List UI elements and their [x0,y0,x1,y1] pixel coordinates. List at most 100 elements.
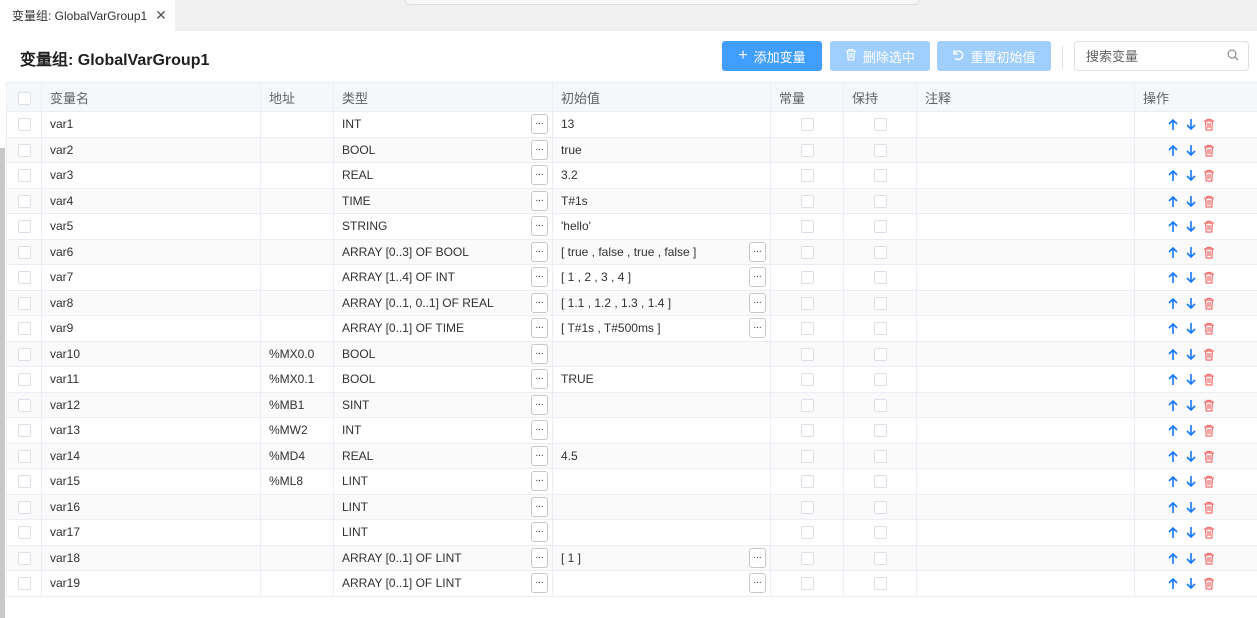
init-value-cell[interactable]: 13 [552,111,771,138]
var-name-cell[interactable]: var14 [41,442,261,469]
row-checkbox[interactable] [17,551,31,565]
init-value-cell[interactable]: 3.2 [552,162,771,189]
arrow-down-icon[interactable] [1185,577,1197,590]
retain-checkbox[interactable] [873,220,887,234]
trash-icon[interactable] [1203,271,1215,285]
retain-checkbox[interactable] [873,526,887,540]
trash-icon[interactable] [1203,144,1215,157]
constant-checkbox[interactable] [800,143,814,157]
table-row[interactable]: var15 %ML8 LINT... [6,468,1257,495]
address-cell[interactable]: %MW2 [260,417,334,444]
address-cell[interactable]: %ML8 [260,468,334,495]
trash-icon[interactable] [1203,297,1215,310]
trash-icon[interactable] [1203,399,1215,412]
type-picker-button[interactable]: ... [531,114,548,135]
address-cell[interactable]: %MX0.1 [260,366,334,393]
arrow-down-icon[interactable] [1185,348,1197,361]
init-editor-button[interactable]: ... [749,241,766,262]
table-row[interactable]: var18 ARRAY [0..1] OF LINT...[ 1 ]... [6,544,1257,571]
arrow-up-icon[interactable] [1167,501,1179,514]
constant-checkbox[interactable] [800,577,814,591]
trash-icon[interactable] [1203,195,1215,208]
comment-cell[interactable] [916,519,1135,546]
address-cell[interactable] [260,315,334,342]
type-cell[interactable]: ARRAY [1..4] OF INT... [333,264,553,291]
table-row[interactable]: var1 INT... 13 [6,111,1257,138]
row-checkbox[interactable] [17,296,31,310]
arrow-down-icon[interactable] [1185,501,1197,514]
init-value-cell[interactable] [552,493,771,520]
var-name-cell[interactable]: var3 [41,162,261,189]
type-cell[interactable]: BOOL... [333,366,553,393]
add-variable-button[interactable]: + 添加变量 [722,41,822,71]
init-editor-button[interactable]: ... [749,573,766,594]
table-row[interactable]: var14 %MD4 REAL... 4.5 [6,442,1257,469]
type-cell[interactable]: LINT... [333,468,553,495]
retain-checkbox[interactable] [873,551,887,565]
row-checkbox[interactable] [17,398,31,412]
trash-icon[interactable] [1203,322,1215,336]
arrow-down-icon[interactable] [1185,246,1197,259]
type-cell[interactable]: ARRAY [0..1, 0..1] OF REAL... [333,289,553,316]
select-all-checkbox[interactable] [17,91,31,105]
constant-checkbox[interactable] [800,424,814,438]
row-checkbox[interactable] [17,526,31,540]
arrow-up-icon[interactable] [1167,399,1179,412]
table-row[interactable]: var2 BOOL... true [6,136,1257,163]
comment-cell[interactable] [916,213,1135,240]
trash-icon[interactable] [1203,220,1215,234]
table-row[interactable]: var17 LINT... [6,519,1257,546]
address-cell[interactable]: %MX0.0 [260,340,334,367]
init-value-cell[interactable] [552,519,771,546]
type-cell[interactable]: ARRAY [0..3] OF BOOL... [333,238,553,265]
var-name-cell[interactable]: var9 [41,315,261,342]
comment-cell[interactable] [916,366,1135,393]
retain-checkbox[interactable] [873,577,887,591]
table-row[interactable]: var19 ARRAY [0..1] OF LINT...... [6,570,1257,597]
arrow-down-icon[interactable] [1185,399,1197,412]
type-cell[interactable]: INT... [333,111,553,138]
init-editor-button[interactable]: ... [749,547,766,568]
retain-checkbox[interactable] [873,322,887,336]
address-cell[interactable] [260,289,334,316]
constant-checkbox[interactable] [800,194,814,208]
address-cell[interactable] [260,570,334,597]
var-name-cell[interactable]: var12 [41,391,261,418]
row-checkbox[interactable] [17,322,31,336]
init-value-cell[interactable]: 4.5 [552,442,771,469]
row-checkbox[interactable] [17,220,31,234]
address-cell[interactable] [260,238,334,265]
init-value-cell[interactable]: 'hello' [552,213,771,240]
trash-icon[interactable] [1203,424,1215,438]
constant-checkbox[interactable] [800,398,814,412]
row-checkbox[interactable] [17,449,31,463]
type-cell[interactable]: SINT... [333,391,553,418]
table-row[interactable]: var11 %MX0.1 BOOL... TRUE [6,366,1257,393]
type-picker-button[interactable]: ... [531,471,548,492]
arrow-up-icon[interactable] [1167,297,1179,310]
retain-checkbox[interactable] [873,424,887,438]
trash-icon[interactable] [1203,450,1215,463]
address-cell[interactable] [260,162,334,189]
comment-cell[interactable] [916,570,1135,597]
table-row[interactable]: var8 ARRAY [0..1, 0..1] OF REAL...[ 1.1 ,… [6,289,1257,316]
arrow-down-icon[interactable] [1185,322,1197,335]
retain-checkbox[interactable] [873,373,887,387]
init-value-cell[interactable]: TRUE [552,366,771,393]
row-checkbox[interactable] [17,577,31,591]
init-value-cell[interactable] [552,468,771,495]
arrow-down-icon[interactable] [1185,271,1197,284]
type-picker-button[interactable]: ... [531,343,548,364]
row-checkbox[interactable] [17,271,31,285]
var-name-cell[interactable]: var13 [41,417,261,444]
init-editor-button[interactable]: ... [749,292,766,313]
init-value-cell[interactable]: [ 1 , 2 , 3 , 4 ]... [552,264,771,291]
trash-icon[interactable] [1203,526,1215,540]
type-picker-button[interactable]: ... [531,547,548,568]
row-checkbox[interactable] [17,373,31,387]
arrow-down-icon[interactable] [1185,169,1197,182]
row-checkbox[interactable] [17,143,31,157]
address-cell[interactable] [260,213,334,240]
comment-cell[interactable] [916,187,1135,214]
trash-icon[interactable] [1203,501,1215,514]
